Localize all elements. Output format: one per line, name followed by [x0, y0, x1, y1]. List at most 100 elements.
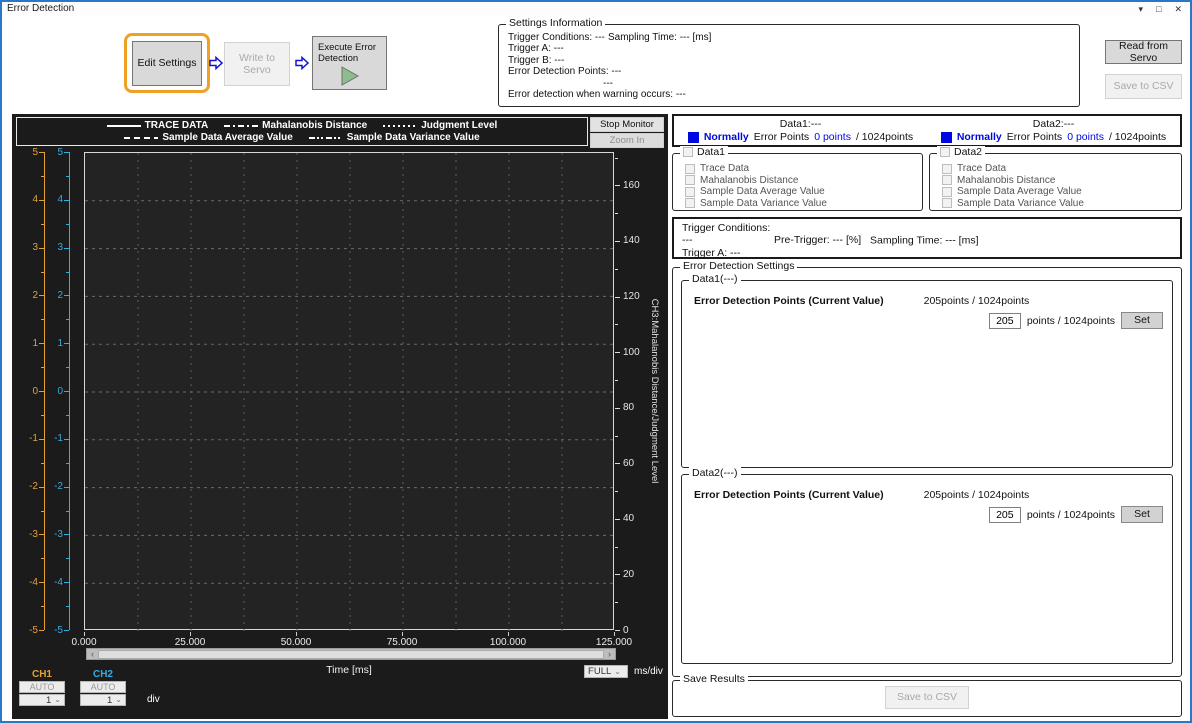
checkbox[interactable]: [942, 198, 952, 208]
data2-status-text: Normally: [957, 131, 1002, 143]
scroll-left-icon[interactable]: ‹: [87, 649, 98, 659]
data2-display-group: Data2 Trace DataMahalanobis DistanceSamp…: [929, 153, 1182, 211]
chevron-down-icon: ⌄: [115, 697, 122, 703]
checkbox[interactable]: [942, 175, 952, 185]
data2-settings-group: Data2(---) Error Detection Points (Curre…: [681, 474, 1173, 664]
ch2-axis-tick-icon: [64, 534, 69, 535]
right-axis-tick-icon: [615, 241, 620, 242]
right-axis-tick-label: 20: [623, 569, 634, 580]
data2-error-points-total: / 1024points: [1109, 131, 1166, 143]
ch1-scale-value: 1: [46, 695, 51, 706]
zoom-in-button[interactable]: Zoom In: [590, 133, 664, 148]
scrollbar-thumb[interactable]: [98, 650, 604, 659]
maximize-icon[interactable]: □: [1156, 3, 1161, 15]
x-tick-icon: [84, 632, 85, 636]
x-tick-label: 25.000: [175, 637, 206, 648]
write-to-servo-button[interactable]: Write to Servo: [224, 42, 290, 86]
right-axis-tick-icon: [615, 408, 620, 409]
ch1-label: CH1: [19, 669, 65, 680]
data1-group-checkbox[interactable]: [683, 147, 693, 157]
data2-status: Data2:--- Normally Error Points 0 points…: [927, 116, 1180, 145]
ch1-scale-select[interactable]: 1⌄: [19, 694, 65, 706]
ch1-axis-tick-label: 5: [14, 147, 38, 158]
ch2-axis-tick-icon: [66, 558, 69, 559]
checkbox[interactable]: [942, 164, 952, 174]
data1-set-button[interactable]: Set: [1121, 312, 1163, 329]
display-option-row: Mahalanobis Distance: [942, 175, 1181, 187]
app-window: Error Detection ▾ □ ✕ Edit Settings Writ…: [0, 0, 1192, 723]
ch2-auto-button[interactable]: AUTO: [80, 681, 126, 693]
chevron-down-icon: ⌄: [614, 669, 621, 675]
warning-setting-value: Error detection when warning occurs: ---: [508, 89, 1079, 100]
right-axis-tick-label: 160: [623, 180, 640, 191]
ch2-scale-select[interactable]: 1⌄: [80, 694, 126, 706]
ch2-axis-tick-icon: [64, 248, 69, 249]
ch2-axis-tick-icon: [66, 511, 69, 512]
right-axis-tick-label: 140: [623, 235, 640, 246]
ch1-axis-tick-icon: [41, 463, 44, 464]
checkbox[interactable]: [942, 187, 952, 197]
save-to-csv-bottom-button[interactable]: Save to CSV: [885, 686, 969, 709]
display-option-row: Trace Data: [685, 163, 922, 175]
x-tick-icon: [190, 632, 191, 636]
settings-information-group: Settings Information Trigger Conditions:…: [498, 24, 1080, 107]
ch2-axis-tick-icon: [64, 200, 69, 201]
ch1-auto-button[interactable]: AUTO: [19, 681, 65, 693]
data2-points-input[interactable]: [989, 507, 1021, 523]
ch1-axis-tick-icon: [41, 415, 44, 416]
right-axis-tick-icon: [615, 297, 620, 298]
execute-label: Execute Error Detection: [318, 43, 386, 65]
x-tick-label: 50.000: [281, 637, 312, 648]
data1-points-input[interactable]: [989, 313, 1021, 329]
ch2-axis-tick-icon: [66, 319, 69, 320]
status-panel: Data1:--- Normally Error Points 0 points…: [672, 114, 1182, 147]
checkbox[interactable]: [685, 175, 695, 185]
error-detection-settings-group: Error Detection Settings Data1(---) Erro…: [672, 267, 1182, 677]
scroll-right-icon[interactable]: ›: [604, 649, 615, 659]
ch1-axis-tick-label: -5: [14, 625, 38, 636]
minimize-icon[interactable]: ▾: [1138, 3, 1143, 15]
error-detection-points-value: Error Detection Points: ---: [508, 66, 1079, 77]
trigger-a-value: Trigger A: ---: [508, 43, 1079, 54]
x-tick-label: 100.000: [490, 637, 526, 648]
ch2-axis-tick-icon: [64, 343, 69, 344]
checkbox[interactable]: [685, 198, 695, 208]
ch1-axis-tick-label: 4: [14, 194, 38, 205]
stop-monitor-button[interactable]: Stop Monitor: [590, 117, 664, 132]
chart-h-scrollbar[interactable]: ‹ ›: [86, 648, 616, 660]
ch2-scale-value: 1: [107, 695, 112, 706]
ch2-axis-tick-icon: [66, 606, 69, 607]
chevron-down-icon: ⌄: [54, 697, 61, 703]
play-icon: [340, 66, 360, 86]
right-axis-tick-label: 0: [623, 625, 629, 636]
checkbox[interactable]: [685, 164, 695, 174]
x-tick-label: 75.000: [387, 637, 418, 648]
ch1-axis-tick-label: -4: [14, 577, 38, 588]
read-from-servo-button[interactable]: Read from Servo: [1105, 40, 1182, 64]
ch2-controls: CH2 AUTO 1⌄: [80, 669, 126, 706]
x-tick-icon: [508, 632, 509, 636]
right-axis-tick-icon: [615, 213, 618, 214]
save-to-csv-top-button[interactable]: Save to CSV: [1105, 74, 1182, 99]
execute-error-detection-button[interactable]: Execute Error Detection: [312, 36, 387, 90]
chart-legend: TRACE DATAMahalanobis DistanceJudgment L…: [16, 117, 588, 146]
data2-group-checkbox[interactable]: [940, 147, 950, 157]
trigger-conditions: Trigger Conditions: ---: [682, 222, 774, 247]
display-option-row: Mahalanobis Distance: [685, 175, 922, 187]
plot-area: [84, 152, 614, 630]
flow-arrow-icon: [209, 56, 223, 70]
data1-error-points-value: 0 points: [814, 131, 851, 143]
edit-settings-button[interactable]: Edit Settings: [132, 41, 202, 86]
range-select[interactable]: FULL⌄: [584, 665, 628, 678]
ch2-axis-tick-icon: [66, 367, 69, 368]
x-tick-icon: [614, 632, 615, 636]
right-axis-tick-icon: [615, 630, 620, 631]
ch2-axis-tick-icon: [64, 487, 69, 488]
close-icon[interactable]: ✕: [1174, 3, 1182, 15]
ch2-axis-tick-label: -4: [39, 577, 63, 588]
right-axis-tick-label: 120: [623, 291, 640, 302]
legend-item: Sample Data Average Value: [124, 132, 292, 143]
checkbox[interactable]: [685, 187, 695, 197]
x-tick-label: 0.000: [71, 637, 96, 648]
data2-set-button[interactable]: Set: [1121, 506, 1163, 523]
